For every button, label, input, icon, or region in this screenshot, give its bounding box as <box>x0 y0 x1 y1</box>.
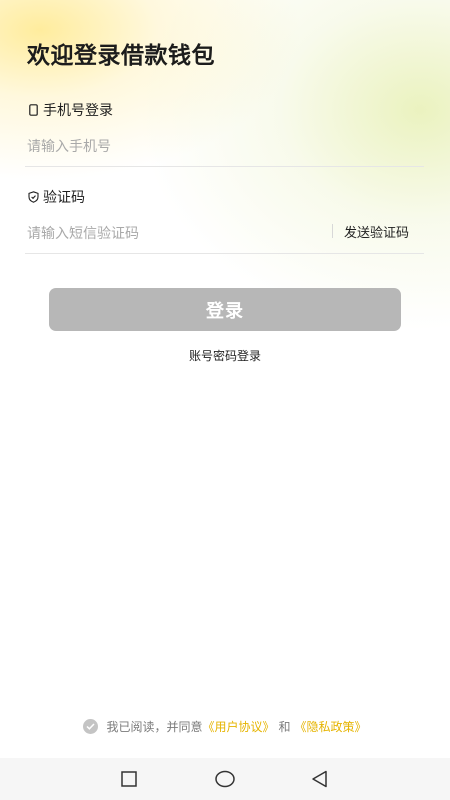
back-icon[interactable] <box>309 768 331 790</box>
system-nav-bar <box>0 758 450 800</box>
shield-icon <box>27 190 39 204</box>
phone-divider <box>25 166 424 167</box>
home-icon[interactable] <box>214 768 236 790</box>
phone-input[interactable] <box>27 133 327 161</box>
phone-label-text: 手机号登录 <box>43 103 113 119</box>
agreement-checkbox[interactable] <box>83 719 99 734</box>
code-divider <box>25 253 424 254</box>
agreement-conjunction: 和 <box>278 720 291 734</box>
privacy-policy-link[interactable]: 《隐私政策》 <box>295 718 367 735</box>
code-label-text: 验证码 <box>43 190 85 206</box>
background-gradient <box>0 0 450 800</box>
password-login-row: 账号密码登录 <box>0 347 450 364</box>
agreement-prefix: 我已阅读，并同意 <box>106 720 203 734</box>
code-label: 验证码 <box>27 187 85 207</box>
user-agreement-link[interactable]: 《用户协议》 <box>202 718 274 735</box>
send-code-separator <box>332 224 333 238</box>
check-icon <box>86 723 96 730</box>
phone-label: 手机号登录 <box>27 100 113 120</box>
agreement-row: 我已阅读，并同意 《用户协议》 和 《隐私政策》 <box>0 718 450 735</box>
phone-icon <box>27 103 39 117</box>
recent-apps-icon[interactable] <box>118 768 140 790</box>
send-code-button[interactable]: 发送验证码 <box>344 222 409 241</box>
sms-code-input[interactable] <box>27 220 317 248</box>
login-button[interactable]: 登录 <box>49 288 401 331</box>
password-login-link[interactable]: 账号密码登录 <box>189 349 261 363</box>
page-title: 欢迎登录借款钱包 <box>27 43 215 69</box>
